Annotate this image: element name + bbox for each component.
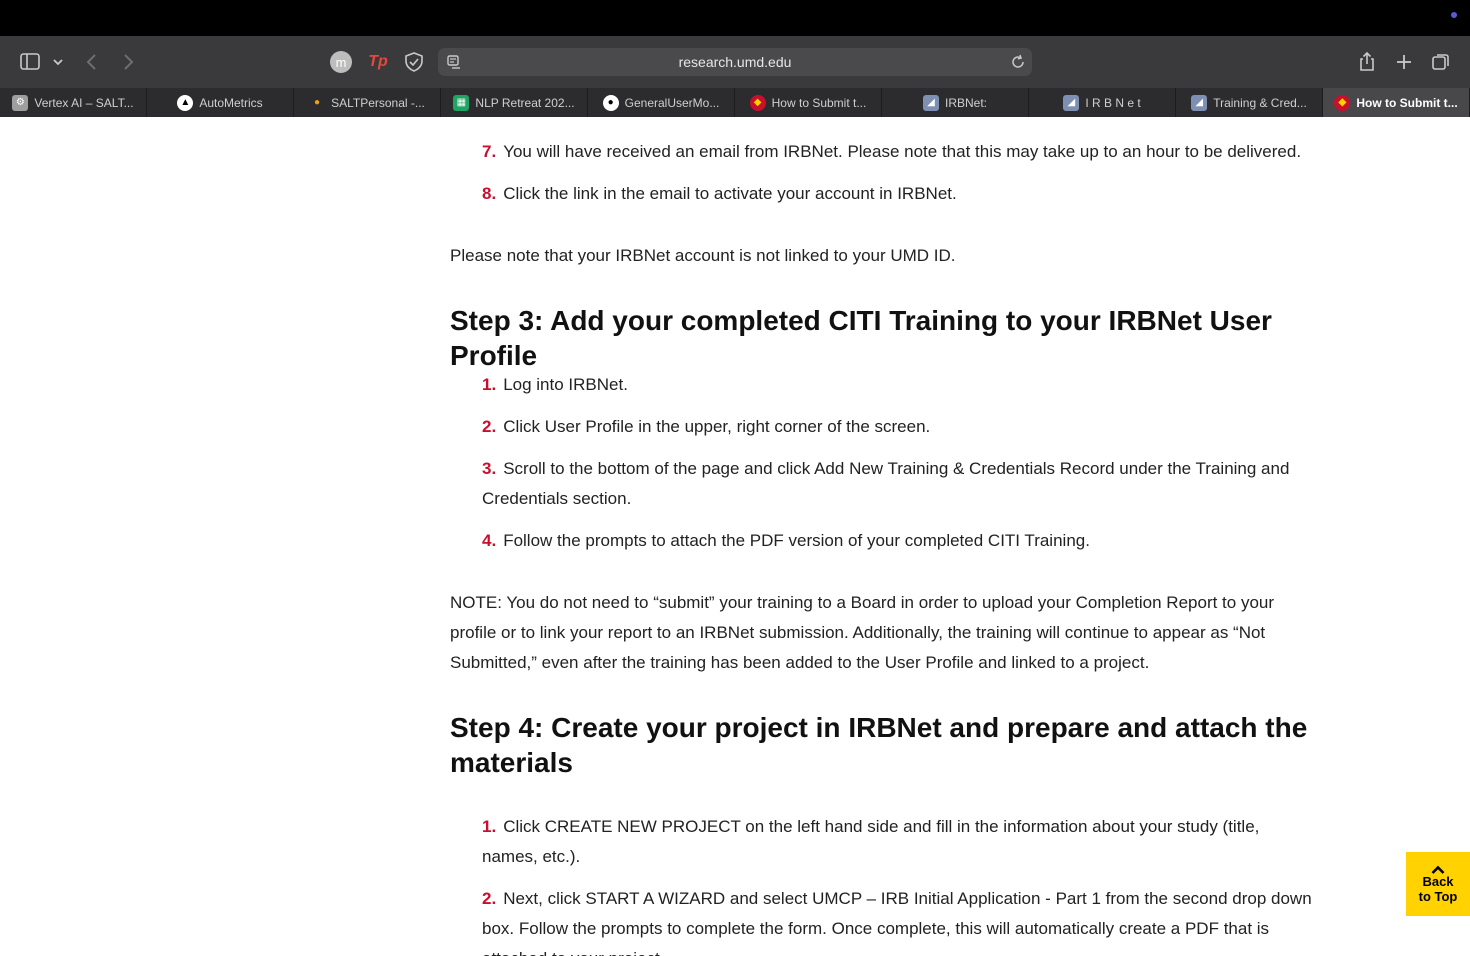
umd-icon: ◆ (1334, 94, 1351, 111)
browser-toolbar: m Tp research.umd.edu (0, 36, 1470, 88)
tab-irbnet-2[interactable]: ◢ I R B N e t (1029, 88, 1176, 117)
list-item: 2. Next, click START A WIZARD and select … (482, 884, 1312, 956)
irbnet-icon: ◢ (1191, 94, 1208, 111)
url-text: research.umd.edu (678, 54, 792, 70)
share-button[interactable] (1354, 49, 1380, 75)
step3-heading: Step 3: Add your completed CITI Training… (450, 305, 1272, 371)
shield-icon (405, 52, 423, 72)
flame-icon: ● (314, 97, 321, 108)
tab-how-to-submit-1[interactable]: ◆ How to Submit t... (735, 88, 882, 117)
chevron-right-icon (124, 54, 134, 70)
list-number: 3. (482, 459, 497, 478)
list-item: 1. Click CREATE NEW PROJECT on the left h… (482, 812, 1312, 872)
note-submit: NOTE: You do not need to “submit” your t… (450, 593, 1275, 672)
list-text: Click CREATE NEW PROJECT on the left han… (482, 817, 1260, 866)
extension-tp-button[interactable]: Tp (366, 50, 390, 74)
sidebar-icon (20, 53, 63, 70)
back-to-top-line1: Back (1422, 873, 1454, 889)
tab-vertex-ai[interactable]: ⚙ Vertex AI – SALT... (0, 88, 147, 117)
list-item: 4. Follow the prompts to attach the PDF v… (482, 526, 1312, 556)
tab-label: How to Submit t... (1356, 95, 1458, 110)
list-number: 2. (482, 889, 497, 908)
tab-label: GeneralUserMo... (624, 95, 720, 110)
reload-icon[interactable] (1008, 52, 1028, 72)
list-number: 2. (482, 417, 497, 436)
list-text: Click User Profile in the upper, right c… (503, 417, 931, 436)
list-number: 8. (482, 184, 497, 203)
status-dot-icon (1451, 12, 1457, 18)
list-text: Log into IRBNet. (503, 375, 628, 394)
umd-icon: ◆ (749, 94, 766, 111)
step4-heading: Step 4: Create your project in IRBNet an… (450, 712, 1308, 778)
chevron-left-icon (86, 54, 96, 70)
share-icon (1360, 51, 1374, 71)
tab-label: IRBNet: (944, 95, 987, 110)
tab-label: NLP Retreat 202... (475, 95, 575, 110)
back-to-top-line2: to Top (1418, 888, 1458, 904)
tab-github[interactable]: ● GeneralUserMo... (588, 88, 735, 117)
tab-label: I R B N e t (1085, 95, 1141, 110)
list-number: 7. (482, 142, 497, 161)
back-to-top-button[interactable]: Back to Top (1406, 852, 1470, 916)
tab-irbnet-1[interactable]: ◢ IRBNet: (882, 88, 1029, 117)
extension-m-button[interactable]: m (330, 51, 352, 73)
sidebar-toggle-button[interactable] (18, 51, 64, 73)
list-item: 8. Click the link in the email to activat… (482, 179, 1312, 209)
list-text: Follow the prompts to attach the PDF ver… (503, 531, 1090, 550)
menu-bar (0, 0, 1470, 36)
list-item: 1. Log into IRBNet. (482, 370, 1312, 400)
tab-autometrics[interactable]: ▲ AutoMetrics (147, 88, 294, 117)
tab-label: SALTPersonal -... (331, 95, 425, 110)
tab-training-credentials[interactable]: ◢ Training & Cred... (1176, 88, 1323, 117)
tab-overview-icon (1432, 54, 1449, 70)
tab-label: Training & Cred... (1213, 95, 1307, 110)
list-item: 3. Scroll to the bottom of the page and c… (482, 454, 1312, 514)
list-item: 2. Click User Profile in the upper, right… (482, 412, 1312, 442)
page-content: 7. You will have received an email from I… (0, 117, 1470, 956)
tab-overview-button[interactable] (1428, 49, 1454, 75)
tab-label: AutoMetrics (199, 95, 263, 110)
list-text: You will have received an email from IRB… (503, 142, 1302, 161)
list-number: 4. (482, 531, 497, 550)
github-icon: ● (602, 94, 619, 111)
list-number: 1. (482, 817, 497, 836)
chevron-up-icon (1431, 865, 1445, 874)
tab-label: Vertex AI – SALT... (34, 95, 134, 110)
list-text: Next, click START A WIZARD and select UM… (482, 889, 1312, 956)
back-button[interactable] (80, 50, 104, 74)
sheets-icon: ▦ (453, 94, 470, 111)
tab-bar: ⚙ Vertex AI – SALT... ▲ AutoMetrics ● SA… (0, 88, 1470, 117)
extension-shield-button[interactable] (402, 50, 426, 74)
irbnet-icon: ◢ (1063, 94, 1080, 111)
list-item: 7. You will have received an email from I… (482, 137, 1312, 167)
note-umd-id: Please note that your IRBNet account is … (450, 246, 956, 265)
tab-saltpersonal[interactable]: ● SALTPersonal -... (294, 88, 441, 117)
triangle-icon: ▲ (177, 94, 194, 111)
plus-icon (1397, 55, 1411, 69)
list-number: 1. (482, 375, 497, 394)
tab-label: How to Submit t... (771, 95, 867, 110)
new-tab-button[interactable] (1391, 49, 1417, 75)
forward-button[interactable] (116, 50, 140, 74)
tab-nlp-retreat[interactable]: ▦ NLP Retreat 202... (441, 88, 588, 117)
tab-how-to-submit-active[interactable]: ◆ How to Submit t... (1323, 88, 1470, 117)
list-text: Scroll to the bottom of the page and cli… (482, 459, 1290, 508)
irbnet-icon: ◢ (922, 94, 939, 111)
address-bar[interactable]: research.umd.edu (438, 48, 1032, 76)
gear-icon: ⚙ (12, 94, 29, 111)
list-text: Click the link in the email to activate … (503, 184, 957, 203)
